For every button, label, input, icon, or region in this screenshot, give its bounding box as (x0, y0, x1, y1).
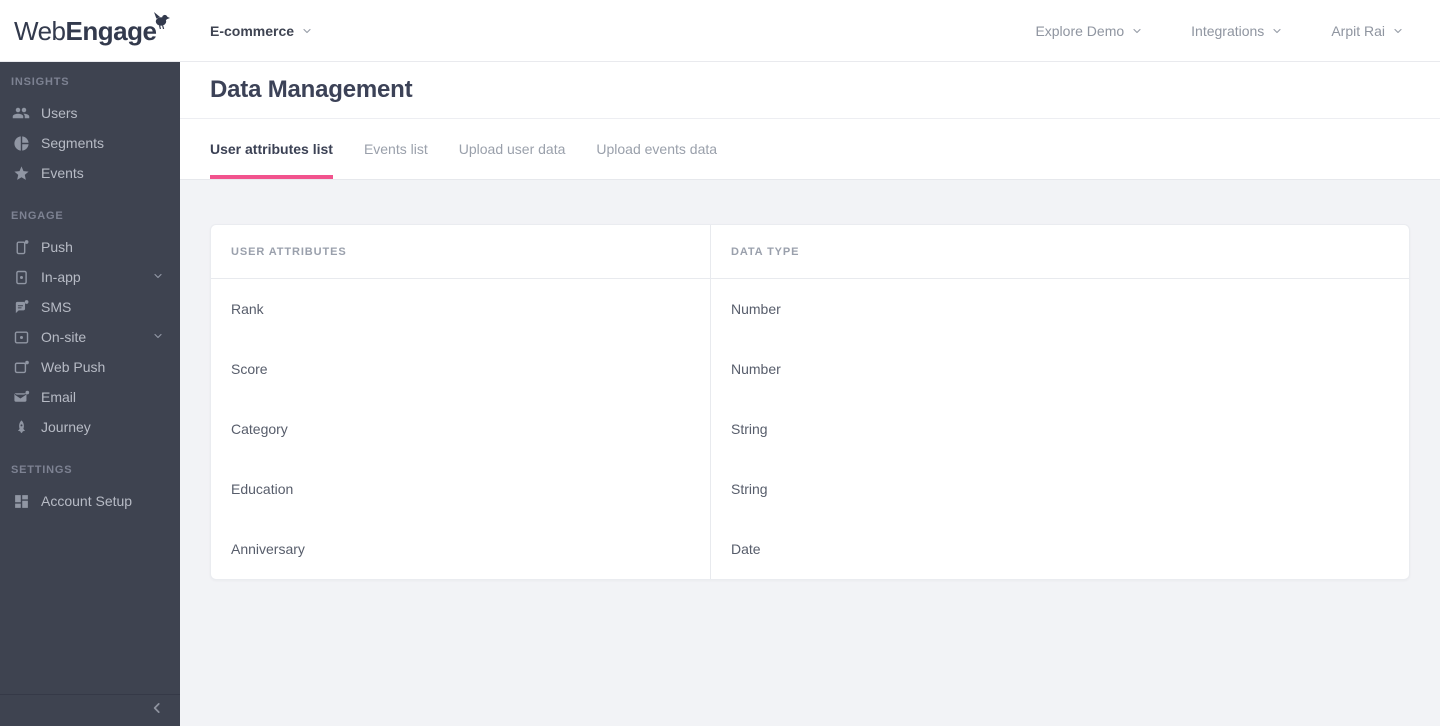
sidebar-item-label: Email (41, 389, 77, 405)
sidebar-section-engage: ENGAGE Push In-app SMS On-site Web Push Email J… (0, 210, 180, 442)
sidebar-item-label: SMS (41, 299, 72, 315)
topnav-label: Integrations (1191, 23, 1265, 39)
cell-user-attribute: Category (231, 421, 288, 437)
sidebar-section-title: SETTINGS (11, 464, 73, 476)
in-app-icon (12, 268, 30, 286)
table-row: Category String (211, 399, 1409, 459)
table-row: Score Number (211, 339, 1409, 399)
sidebar-item-label: In-app (41, 269, 81, 285)
chevron-down-icon (1271, 25, 1283, 37)
cell-data-type: String (710, 399, 1409, 459)
sidebar-item-account-setup[interactable]: Account Setup (0, 486, 180, 516)
sidebar-item-label: Push (41, 239, 73, 255)
tab-upload-user-data[interactable]: Upload user data (459, 119, 566, 179)
bird-icon (151, 7, 171, 33)
account-setup-icon (12, 492, 30, 510)
push-icon (12, 238, 30, 256)
cell-data-type: Number (710, 339, 1409, 399)
column-header-data-type: DATA TYPE (710, 225, 1409, 278)
sidebar-item-label: Web Push (41, 359, 106, 375)
sidebar-item-journey[interactable]: Journey (0, 412, 180, 442)
table-row: Anniversary Date (211, 519, 1409, 579)
tab-user-attributes-list[interactable]: User attributes list (210, 119, 333, 179)
cell-data-type: Date (710, 519, 1409, 579)
sidebar-item-web-push[interactable]: Web Push (0, 352, 180, 382)
title-row: Data Management (180, 62, 1440, 119)
sidebar-section-title: ENGAGE (11, 210, 64, 222)
email-icon (12, 388, 30, 406)
table-body: Rank Number Score Number Category String Educa… (211, 279, 1409, 579)
sidebar-section-settings: SETTINGS Account Setup (0, 464, 180, 516)
project-selector[interactable]: E-commerce (210, 0, 313, 62)
topnav-arpit-rai[interactable]: Arpit Rai (1331, 23, 1404, 39)
sidebar-section-insights: INSIGHTS Users Segments Events (0, 76, 180, 188)
chevron-down-icon[interactable] (152, 329, 164, 345)
tab-events-list[interactable]: Events list (364, 119, 428, 179)
sidebar-item-label: On-site (41, 329, 87, 345)
chevron-left-icon (150, 701, 164, 720)
main-content: Data Management User attributes list Even… (180, 62, 1440, 726)
sidebar-collapse-button[interactable] (0, 694, 180, 726)
topnav-label: Explore Demo (1035, 23, 1125, 39)
on-site-icon (12, 328, 30, 346)
logo-text-web: Web (14, 15, 66, 46)
sidebar-item-label: Segments (41, 135, 105, 151)
chevron-down-icon (1392, 25, 1404, 37)
cell-data-type: Number (710, 279, 1409, 339)
segments-icon (12, 134, 30, 152)
tab-bar: User attributes list Events list Upload us… (180, 119, 1440, 179)
chevron-down-icon (1131, 25, 1143, 37)
sidebar-item-in-app[interactable]: In-app (0, 262, 180, 292)
project-selector-label: E-commerce (210, 23, 295, 39)
content-area: USER ATTRIBUTES DATA TYPE Rank Number Scor… (180, 180, 1440, 580)
sidebar-item-events[interactable]: Events (0, 158, 180, 188)
cell-data-type: String (710, 459, 1409, 519)
sidebar-item-email[interactable]: Email (0, 382, 180, 412)
events-icon (12, 164, 30, 182)
cell-user-attribute: Anniversary (231, 541, 305, 557)
sidebar-item-push[interactable]: Push (0, 232, 180, 262)
chevron-down-icon[interactable] (152, 269, 164, 285)
sidebar-item-sms[interactable]: SMS (0, 292, 180, 322)
web-push-icon (12, 358, 30, 376)
table-header-row: USER ATTRIBUTES DATA TYPE (211, 225, 1409, 279)
journey-icon (12, 418, 30, 436)
chevron-down-icon (301, 25, 313, 37)
page-header: Data Management User attributes list Even… (180, 62, 1440, 180)
tab-upload-events-data[interactable]: Upload events data (596, 119, 717, 179)
topbar-nav: Explore Demo Integrations Arpit Rai (1035, 0, 1404, 62)
users-icon (12, 104, 30, 122)
sidebar-item-label: Account Setup (41, 493, 133, 509)
column-header-user-attributes: USER ATTRIBUTES (231, 245, 347, 258)
cell-user-attribute: Rank (231, 301, 264, 317)
table-row: Education String (211, 459, 1409, 519)
sidebar-item-label: Events (41, 165, 84, 181)
sidebar-item-label: Users (41, 105, 78, 121)
sidebar-item-users[interactable]: Users (0, 98, 180, 128)
page-title: Data Management (210, 76, 413, 103)
sidebar-item-label: Journey (41, 419, 91, 435)
topnav-label: Arpit Rai (1331, 23, 1385, 39)
sms-icon (12, 298, 30, 316)
sidebar-item-segments[interactable]: Segments (0, 128, 180, 158)
table-row: Rank Number (211, 279, 1409, 339)
cell-user-attribute: Score (231, 361, 268, 377)
sidebar-item-on-site[interactable]: On-site (0, 322, 180, 352)
attributes-table-card: USER ATTRIBUTES DATA TYPE Rank Number Scor… (210, 224, 1410, 580)
topnav-integrations[interactable]: Integrations (1191, 23, 1283, 39)
topbar: WebEngage E-commerce Explore Demo Integra… (0, 0, 1440, 62)
logo-text-engage: Engage (65, 15, 157, 46)
sidebar-section-title: INSIGHTS (11, 76, 70, 88)
cell-user-attribute: Education (231, 481, 294, 497)
webengage-logo[interactable]: WebEngage (14, 11, 171, 46)
topnav-explore-demo[interactable]: Explore Demo (1035, 23, 1143, 39)
sidebar: INSIGHTS Users Segments Events ENGAGE Push In-… (0, 62, 180, 726)
